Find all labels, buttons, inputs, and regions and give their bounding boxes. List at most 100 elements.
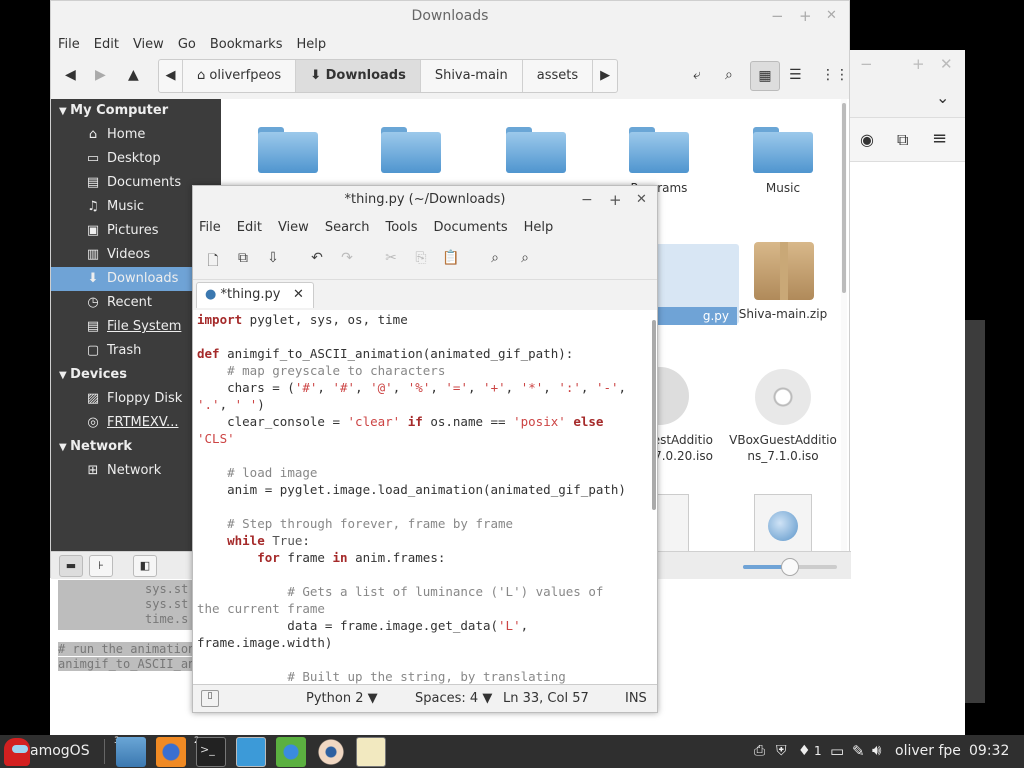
file-label[interactable]: VBoxGuestAdditio	[723, 433, 843, 447]
up-icon[interactable]: ▲	[128, 67, 139, 83]
terminal-icon[interactable]: >_	[196, 737, 226, 767]
new-file-icon[interactable]: 🗋	[203, 250, 223, 274]
forward-icon[interactable]: ▶	[95, 67, 106, 83]
compact-view-icon[interactable]: ⋮⋮	[821, 67, 849, 83]
file-label[interactable]: ns_7.1.0.iso	[723, 449, 843, 463]
search-icon[interactable]: ⌕	[725, 67, 733, 83]
files-icon[interactable]	[116, 737, 146, 767]
minimize-icon[interactable]: −	[581, 186, 593, 214]
folder-icon[interactable]	[629, 127, 689, 173]
menu-tools[interactable]: Tools	[385, 220, 417, 235]
chevron-down-icon[interactable]: ▼	[59, 370, 70, 381]
path-segment[interactable]: ⬇ Downloads	[296, 60, 421, 92]
chevron-down-icon[interactable]: ▼	[59, 442, 70, 453]
path-segment[interactable]: assets	[523, 60, 594, 92]
archive-icon[interactable]	[754, 242, 814, 300]
zoom-handle[interactable]	[781, 558, 799, 576]
start-menu-label[interactable]: amogOS	[30, 743, 90, 759]
path-segment[interactable]: ⌂ oliverfpeos	[183, 60, 297, 92]
menu-help[interactable]: Help	[296, 37, 326, 52]
updates-icon[interactable]: ♦	[798, 743, 811, 759]
save-icon[interactable]: ⇩	[263, 250, 283, 266]
paste-icon[interactable]: 📋	[441, 250, 461, 266]
close-tab-icon[interactable]: ✕	[293, 283, 304, 307]
places-icon[interactable]: ▬	[59, 555, 83, 577]
account-icon[interactable]: ◉	[860, 130, 874, 149]
menu-edit[interactable]: Edit	[94, 37, 119, 52]
firefox-icon[interactable]	[156, 737, 186, 767]
menu-file[interactable]: File	[58, 37, 80, 52]
menu-view[interactable]: View	[133, 37, 164, 52]
file-label[interactable]: Music	[728, 181, 838, 195]
undo-icon[interactable]: ↶	[307, 250, 327, 266]
maximize-icon[interactable]: +	[912, 55, 925, 73]
search-replace-icon[interactable]: ⌕	[515, 250, 535, 266]
sidebar-item-desktop[interactable]: ▭ Desktop	[51, 147, 221, 171]
toggle-sidebar-icon[interactable]: ◧	[133, 555, 157, 577]
path-left-icon[interactable]: ◀	[159, 60, 183, 92]
close-icon[interactable]: ✕	[826, 1, 837, 31]
menu-view[interactable]: View	[278, 220, 309, 235]
icon-view-icon[interactable]: ▦	[750, 61, 780, 91]
volume-icon[interactable]: 🔊︎	[872, 741, 881, 759]
minimize-icon[interactable]: −	[771, 1, 784, 31]
text-editor-icon[interactable]	[356, 737, 386, 767]
toggle-location-icon[interactable]: ⤶	[693, 67, 701, 83]
file-label[interactable]: Shiva-main.zip	[728, 307, 838, 321]
shield-icon[interactable]: ⛨	[776, 743, 787, 759]
code-editor[interactable]: import pyglet, sys, os, time def animgif…	[193, 310, 651, 684]
tab-width-selector[interactable]: Spaces: 4 ▼	[415, 691, 492, 706]
path-segment[interactable]: Shiva-main	[421, 60, 523, 92]
sidebar-item-home[interactable]: ⌂ Home	[51, 123, 221, 147]
maximize-icon[interactable]: +	[609, 186, 622, 214]
folder-icon[interactable]	[753, 127, 813, 173]
copy-icon[interactable]: ⎘	[411, 250, 431, 266]
menu-go[interactable]: Go	[178, 37, 196, 52]
extensions-icon[interactable]: ⧉	[897, 130, 908, 150]
minimize-icon[interactable]: −	[860, 55, 873, 73]
cut-icon[interactable]: ✂	[381, 250, 401, 266]
menu-bookmarks[interactable]: Bookmarks	[210, 37, 283, 52]
redo-icon[interactable]: ↷	[337, 250, 357, 266]
maximize-icon[interactable]: +	[799, 1, 812, 31]
folder-icon[interactable]	[258, 127, 318, 173]
menu-icon[interactable]: ≡	[932, 128, 947, 149]
document-icon[interactable]	[754, 494, 812, 551]
menu-edit[interactable]: Edit	[237, 220, 262, 235]
search-icon[interactable]: ⌕	[485, 250, 505, 266]
clock[interactable]: 09:32	[969, 743, 1009, 759]
amogus-icon[interactable]	[4, 738, 30, 766]
menu-search[interactable]: Search	[325, 220, 370, 235]
menu-documents[interactable]: Documents	[434, 220, 508, 235]
file-label-selected[interactable]: g.py	[657, 307, 737, 325]
chevron-down-icon[interactable]: ▼	[59, 106, 70, 117]
system-monitor-icon[interactable]	[236, 737, 266, 767]
side-panel-icon[interactable]: ▯	[201, 690, 219, 707]
user-name[interactable]: oliver fpe	[895, 743, 961, 759]
close-icon[interactable]: ✕	[636, 186, 647, 214]
eye-icon[interactable]	[316, 737, 346, 767]
clipboard-icon[interactable]: ⎙	[754, 743, 765, 759]
menu-help[interactable]: Help	[524, 220, 554, 235]
disc-icon[interactable]	[755, 369, 811, 425]
sidebar-section-header[interactable]: ▼ My Computer	[51, 99, 221, 123]
network-manager-icon[interactable]	[276, 737, 306, 767]
path-right-icon[interactable]: ▶	[593, 60, 617, 92]
display-icon[interactable]: ▭	[830, 742, 844, 760]
tree-icon[interactable]: ⊦	[89, 555, 113, 577]
menu-file[interactable]: File	[199, 220, 221, 235]
disc-icon[interactable]	[653, 367, 689, 425]
folder-icon[interactable]	[381, 127, 441, 173]
folder-icon[interactable]	[506, 127, 566, 173]
scrollbar[interactable]	[651, 310, 657, 684]
list-view-icon[interactable]: ☰	[789, 67, 802, 83]
pen-icon[interactable]: ✎	[852, 742, 865, 760]
zoom-slider[interactable]	[743, 558, 837, 576]
open-file-icon[interactable]: ⧉	[233, 250, 253, 266]
scrollbar[interactable]	[841, 99, 847, 551]
back-icon[interactable]: ◀	[65, 67, 76, 83]
language-selector[interactable]: Python 2 ▼	[306, 691, 378, 706]
chevron-down-icon[interactable]: ⌄	[936, 88, 949, 107]
document-icon[interactable]	[653, 494, 689, 551]
tab-thing-py[interactable]: ● *thing.py ✕	[196, 282, 314, 308]
